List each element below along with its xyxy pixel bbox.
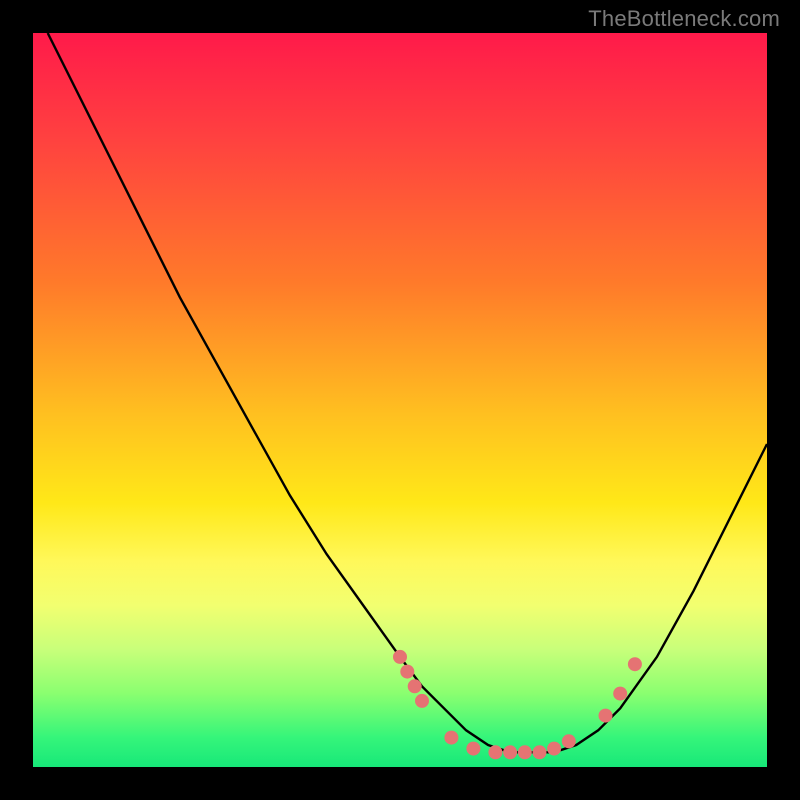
marker-dot [533,745,547,759]
marker-dot [408,679,422,693]
marker-dot [613,687,627,701]
marker-dot [628,657,642,671]
marker-dot [488,745,502,759]
marker-dot [415,694,429,708]
marker-dot [518,745,532,759]
marker-dot [562,734,576,748]
marker-dot [393,650,407,664]
chart-svg [33,33,767,767]
marker-dot [400,665,414,679]
bottleneck-curve [48,33,767,752]
marker-dot [503,745,517,759]
marker-dot [466,742,480,756]
marker-dots-group [393,650,642,759]
marker-dot [599,709,613,723]
chart-frame: TheBottleneck.com [0,0,800,800]
marker-dot [547,742,561,756]
marker-dot [444,731,458,745]
watermark-text: TheBottleneck.com [588,6,780,32]
